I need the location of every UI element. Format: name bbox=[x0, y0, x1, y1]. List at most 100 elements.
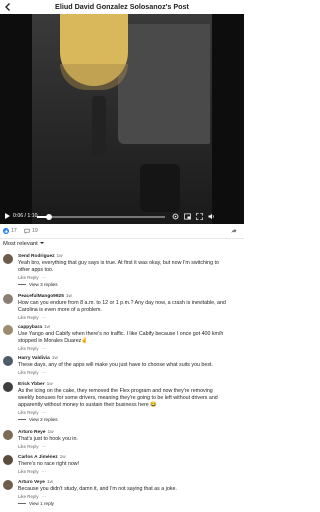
avatar[interactable] bbox=[3, 356, 13, 366]
comment-text-line: weekly bonuses for some drivers, meaning… bbox=[18, 395, 218, 401]
more-options-icon[interactable]: ··· bbox=[42, 315, 46, 320]
avatar[interactable] bbox=[3, 455, 13, 465]
like-button[interactable]: Like bbox=[18, 346, 26, 351]
reaction-stats: 17 19 bbox=[0, 227, 244, 237]
comment-author[interactable]: Arturo Veye bbox=[18, 480, 45, 485]
comment-time: 1w bbox=[51, 356, 58, 361]
comment-author[interactable]: Send Rodriguez bbox=[18, 254, 55, 259]
comment-author[interactable]: cappybara bbox=[18, 325, 42, 330]
view-replies-label: View 1 reply bbox=[29, 501, 54, 506]
comment-author[interactable]: Arturo Reye bbox=[18, 430, 45, 435]
comment-text-line: other apps too. bbox=[18, 267, 54, 273]
comment-text-line: As the icing on the cake, they removed t… bbox=[18, 388, 213, 394]
comment-sort-dropdown[interactable]: Most relevant bbox=[3, 241, 44, 247]
avatar[interactable] bbox=[3, 480, 13, 490]
like-reaction-icon[interactable] bbox=[3, 228, 9, 234]
view-replies-link[interactable]: View 2 replies bbox=[18, 417, 242, 422]
reply-thread-line bbox=[18, 284, 26, 286]
like-button[interactable]: Like bbox=[18, 410, 26, 415]
more-options-icon[interactable]: ··· bbox=[42, 275, 46, 280]
video-progress-knob[interactable] bbox=[45, 214, 52, 220]
reply-button[interactable]: Reply bbox=[27, 346, 38, 351]
car-cupholder bbox=[140, 164, 180, 212]
chevron-down-icon bbox=[39, 242, 44, 245]
reaction-count[interactable]: 17 bbox=[11, 228, 17, 234]
comment-author[interactable]: PeacefulMango9925 bbox=[18, 294, 64, 299]
sort-label: Most relevant bbox=[3, 241, 38, 247]
comment-text-line: stopped in Morales Duarez✌️ bbox=[18, 338, 88, 344]
comment-time: 1w bbox=[46, 382, 53, 387]
fullscreen-icon[interactable] bbox=[196, 213, 203, 220]
comment-text-line: How can you endure from 8 a.m. to 12 or … bbox=[18, 300, 226, 306]
reply-button[interactable]: Reply bbox=[27, 444, 38, 449]
divider bbox=[0, 238, 244, 239]
video-player[interactable]: 0:06 / 1:10 bbox=[0, 14, 244, 224]
reply-button[interactable]: Reply bbox=[27, 410, 38, 415]
comment-text: As the icing on the cake, they removed t… bbox=[18, 388, 242, 409]
comment-icon[interactable] bbox=[24, 228, 30, 234]
avatar[interactable] bbox=[3, 382, 13, 392]
avatar[interactable] bbox=[3, 254, 13, 264]
comment-text-line: Yeah bro, everything that guy says is tr… bbox=[18, 260, 219, 266]
play-icon[interactable] bbox=[5, 213, 10, 219]
settings-icon[interactable] bbox=[172, 213, 179, 220]
more-options-icon[interactable]: ··· bbox=[42, 444, 46, 449]
comment-text-line: apparently without money to sustain thei… bbox=[18, 402, 157, 408]
more-options-icon[interactable]: ··· bbox=[42, 494, 46, 499]
video-time: 0:06 / 1:10 bbox=[13, 213, 38, 219]
view-replies-label: View 3 replies bbox=[29, 282, 58, 287]
like-button[interactable]: Like bbox=[18, 370, 26, 375]
comment-time: 1w bbox=[47, 430, 54, 435]
comment-author[interactable]: Erick Ybber bbox=[18, 382, 45, 387]
comment-text: These days, any of the apps will make yo… bbox=[18, 362, 242, 369]
comment-text: How can you endure from 8 a.m. to 12 or … bbox=[18, 300, 242, 314]
comment-author[interactable]: Harry Valdivia bbox=[18, 356, 50, 361]
view-replies-label: View 2 replies bbox=[29, 417, 58, 422]
comment-text: Because you didn't study, damn it, and I… bbox=[18, 486, 242, 493]
comment-text-line: There's no race right now! bbox=[18, 461, 80, 467]
comment-time: 1w bbox=[56, 254, 63, 259]
reply-button[interactable]: Reply bbox=[27, 275, 38, 280]
like-button[interactable]: Like bbox=[18, 444, 26, 449]
view-replies-link[interactable]: View 3 replies bbox=[18, 282, 242, 287]
reply-thread-line bbox=[18, 419, 26, 421]
page-title: Eliud David Gonzalez Solosanoz's Post bbox=[55, 2, 189, 11]
video-progress-bar[interactable] bbox=[37, 214, 165, 220]
picture-in-picture-icon[interactable] bbox=[184, 213, 191, 220]
comment-author[interactable]: Carlos A Jiménez bbox=[18, 455, 58, 460]
comment-time: 1w bbox=[59, 455, 66, 460]
like-button[interactable]: Like bbox=[18, 469, 26, 474]
comment-text: Use Yango and Cabify when there's no tra… bbox=[18, 331, 242, 345]
comment-text: There's no race right now! bbox=[18, 461, 242, 468]
video-controls: 0:06 / 1:10 bbox=[0, 210, 244, 224]
comment-text-line: That's just to hook you in. bbox=[18, 436, 78, 442]
view-replies-link[interactable]: View 1 reply bbox=[18, 501, 242, 506]
avatar[interactable] bbox=[3, 294, 13, 304]
post-header: Eliud David Gonzalez Solosanoz's Post bbox=[0, 0, 244, 14]
volume-icon[interactable] bbox=[208, 213, 215, 220]
reply-button[interactable]: Reply bbox=[27, 370, 38, 375]
comment-text-line: Carolina is even more of a problem. bbox=[18, 307, 102, 313]
reply-button[interactable]: Reply bbox=[27, 315, 38, 320]
comment-time: 1w bbox=[44, 325, 51, 330]
more-options-icon[interactable]: ··· bbox=[42, 346, 46, 351]
comment-text-line: Use Yango and Cabify when there's no tra… bbox=[18, 331, 224, 337]
like-button[interactable]: Like bbox=[18, 275, 26, 280]
reply-thread-line bbox=[18, 503, 26, 505]
avatar[interactable] bbox=[3, 325, 13, 335]
more-options-icon[interactable]: ··· bbox=[42, 410, 46, 415]
like-button[interactable]: Like bbox=[18, 315, 26, 320]
comment-text-line: These days, any of the apps will make yo… bbox=[18, 362, 213, 368]
comment-time: 1w bbox=[65, 294, 72, 299]
comment-text: Yeah bro, everything that guy says is tr… bbox=[18, 260, 242, 274]
more-options-icon[interactable]: ··· bbox=[42, 469, 46, 474]
comment-count[interactable]: 19 bbox=[32, 228, 38, 234]
reply-button[interactable]: Reply bbox=[27, 469, 38, 474]
comment-time: 1w bbox=[46, 480, 54, 485]
share-icon[interactable] bbox=[231, 228, 237, 234]
avatar[interactable] bbox=[3, 430, 13, 440]
more-options-icon[interactable]: ··· bbox=[42, 370, 46, 375]
comment-text-line: Because you didn't study, damn it, and I… bbox=[18, 486, 177, 492]
reply-button[interactable]: Reply bbox=[27, 494, 38, 499]
like-button[interactable]: Like bbox=[18, 494, 26, 499]
